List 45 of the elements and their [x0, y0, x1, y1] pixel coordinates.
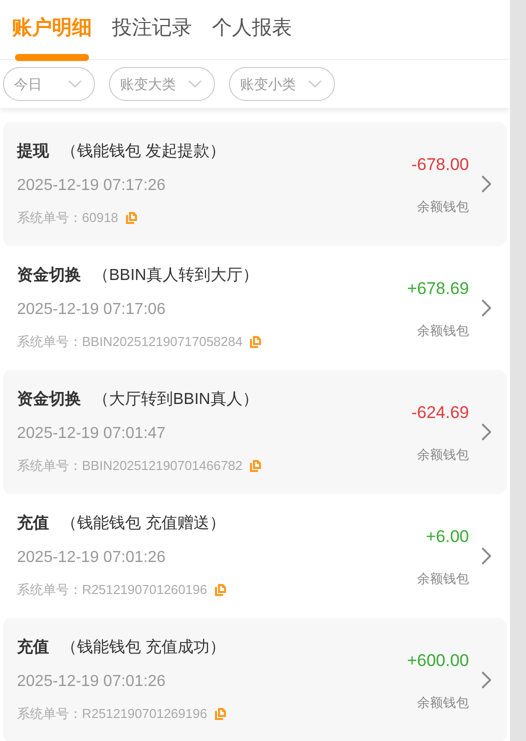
wallet-label: 余额钱包: [417, 198, 469, 216]
copy-icon[interactable]: [215, 584, 228, 596]
record-detail: （钱能钱包 充值成功）: [61, 638, 226, 658]
record-time: 2025-12-19 07:17:26: [17, 176, 167, 196]
amount: +6.00: [426, 526, 469, 548]
order-number: 系统单号：60918: [17, 209, 118, 228]
amount: +600.00: [407, 650, 469, 672]
order-number: 系统单号：BBIN202512190701466782: [17, 457, 242, 476]
wallet-label: 余额钱包: [417, 446, 469, 464]
order-number: 系统单号：R2512190701260196: [17, 581, 208, 600]
chevron-right-icon: [481, 298, 492, 318]
record-card[interactable]: 资金切换 （大厅转到BBIN真人） 2025-12-19 07:01:47 系统单号：BBIN202512190701466782 -624.69 余额钱包: [3, 370, 507, 494]
amount: -624.69: [411, 402, 469, 424]
tab[interactable]: 投注记录: [112, 14, 192, 60]
chevron-right-icon: [481, 670, 492, 690]
copy-icon[interactable]: [126, 212, 138, 224]
chevron-right-icon: [481, 174, 492, 194]
record-time: 2025-12-19 07:01:26: [17, 672, 167, 692]
record-detail: （钱能钱包 发起提款）: [61, 142, 226, 162]
record-time: 2025-12-19 07:01:26: [17, 548, 167, 568]
wallet-label: 余额钱包: [417, 570, 469, 588]
record-type: 充值: [17, 637, 49, 658]
copy-icon[interactable]: [250, 336, 262, 348]
wallet-label: 余额钱包: [417, 322, 469, 340]
record-type: 提现: [17, 142, 49, 162]
order-number: 系统单号：R2512190701269196: [17, 705, 208, 724]
order-number: 系统单号：BBIN202512190717058284: [17, 333, 242, 352]
record-time: 2025-12-19 07:17:06: [17, 300, 167, 320]
amount: +678.69: [407, 278, 469, 300]
chevron-right-icon: [481, 422, 492, 442]
amount: -678.00: [411, 154, 469, 176]
record-type: 资金切换: [17, 266, 81, 286]
record-detail: （大厅转到BBIN真人）: [93, 390, 258, 410]
record-type: 资金切换: [17, 390, 81, 410]
record-card[interactable]: 提现 （钱能钱包 发起提款） 2025-12-19 07:17:26 系统单号：60918 -678.00 余额钱包: [3, 122, 507, 246]
record-card[interactable]: 充值 （钱能钱包 充值成功） 2025-12-19 07:01:26 系统单号：R2512190701269196 +600.00 余额钱包: [3, 618, 507, 741]
record-type: 充值: [17, 513, 49, 534]
wallet-label: 余额钱包: [417, 694, 469, 712]
record-detail: （BBIN真人转到大厅）: [93, 266, 258, 286]
copy-icon[interactable]: [250, 460, 262, 472]
tab[interactable]: 个人报表: [212, 14, 292, 60]
record-time: 2025-12-19 07:01:47: [17, 424, 167, 444]
copy-icon[interactable]: [215, 708, 228, 720]
record-detail: （钱能钱包 充值赠送）: [61, 514, 226, 534]
chevron-right-icon: [481, 546, 492, 566]
